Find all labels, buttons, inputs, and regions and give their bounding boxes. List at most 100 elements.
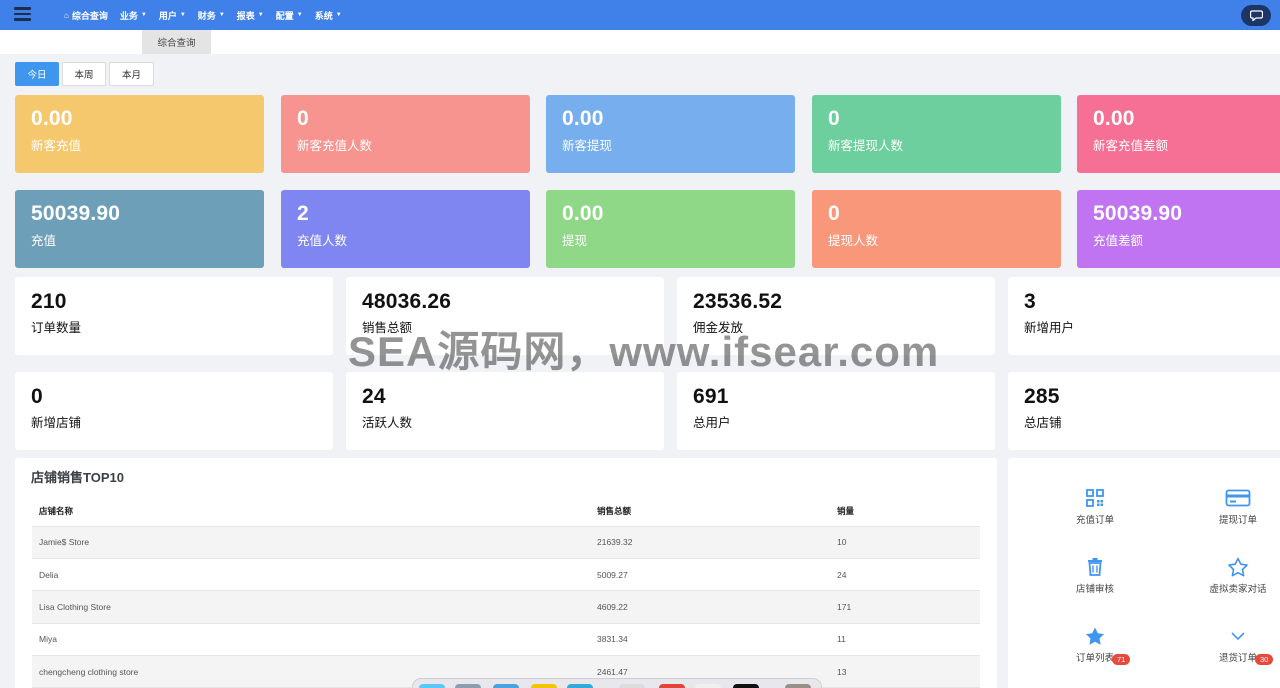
stat-value: 2 bbox=[297, 202, 309, 225]
stat-value: 0.00 bbox=[31, 107, 73, 130]
shortcut-label: 虚拟卖家对话 bbox=[1209, 584, 1267, 595]
caret-down-icon: ▼ bbox=[140, 12, 147, 18]
caret-down-icon: ▼ bbox=[257, 12, 264, 18]
shortcut-label: 店铺审核 bbox=[1075, 584, 1114, 595]
dock-app-icon[interactable] bbox=[493, 684, 519, 688]
stat-label: 活跃人数 bbox=[362, 416, 413, 430]
stat-label: 总店铺 bbox=[1024, 416, 1062, 430]
return-count-badge: 30 bbox=[1255, 654, 1274, 665]
chat-button[interactable] bbox=[1241, 5, 1271, 26]
nav-item-config[interactable]: 配置 ▼ bbox=[276, 9, 303, 22]
cell-sales-count: 10 bbox=[830, 526, 980, 559]
cell-sales-count: 171 bbox=[830, 590, 980, 624]
chevron-down-icon bbox=[1231, 632, 1245, 641]
period-month-button[interactable]: 本月 bbox=[109, 62, 154, 86]
stat-card-total-stores: 285 总店铺 bbox=[1008, 372, 1280, 450]
stat-card-new-recharge-users: 0 新客充值人数 bbox=[281, 95, 530, 173]
chat-icon bbox=[1249, 10, 1263, 21]
stat-label: 新客充值人数 bbox=[297, 139, 373, 153]
stat-value: 48036.26 bbox=[362, 290, 452, 313]
shortcut-order-list[interactable]: 订单列表 71 bbox=[1040, 626, 1150, 665]
nav-item-overview[interactable]: ⌂ 综合查询 bbox=[64, 9, 108, 22]
stat-label: 新增用户 bbox=[1024, 321, 1075, 335]
table-row: Jamie$ Store 21639.32 10 bbox=[32, 526, 980, 559]
page-tab-strip: 综合查询 bbox=[0, 30, 1280, 54]
panel-title: 店铺销售TOP10 bbox=[31, 470, 124, 485]
dock-app-icon[interactable] bbox=[659, 684, 685, 688]
stat-value: 50039.90 bbox=[1093, 202, 1183, 225]
stat-label: 新客充值 bbox=[31, 139, 82, 153]
stat-card-new-withdraw: 0.00 新客提现 bbox=[546, 95, 795, 173]
shortcut-label: 提现订单 bbox=[1218, 515, 1257, 526]
nav-item-system[interactable]: 系统 ▼ bbox=[315, 9, 342, 22]
table-row: Miya 3831.34 11 bbox=[32, 623, 980, 657]
stat-card-total-users: 691 总用户 bbox=[677, 372, 995, 450]
nav-item-business[interactable]: 业务 ▼ bbox=[120, 9, 147, 22]
dock-app-icon[interactable] bbox=[733, 684, 759, 688]
dock-app-icon[interactable] bbox=[531, 684, 557, 688]
shortcut-recharge-orders[interactable]: 充值订单 bbox=[1040, 488, 1150, 526]
main-nav: ⌂ 综合查询 业务 ▼ 用户 ▼ 财务 ▼ 报表 ▼ 配置 ▼ 系统 ▼ bbox=[64, 0, 354, 30]
dock-app-icon[interactable] bbox=[785, 684, 811, 688]
stat-card-new-stores: 0 新增店铺 bbox=[15, 372, 333, 450]
stat-label: 提现 bbox=[562, 234, 588, 248]
stat-card-new-recharge: 0.00 新客充值 bbox=[15, 95, 264, 173]
cell-sales-total: 4609.22 bbox=[590, 590, 830, 624]
stat-card-recharge-users: 2 充值人数 bbox=[281, 190, 530, 268]
nav-item-reports[interactable]: 报表 ▼ bbox=[237, 9, 264, 22]
stat-label: 总用户 bbox=[693, 416, 731, 430]
home-icon: ⌂ bbox=[64, 10, 69, 20]
stat-label: 新客提现人数 bbox=[828, 139, 904, 153]
dock-app-icon[interactable] bbox=[419, 684, 445, 688]
shortcut-return-orders[interactable]: 退货订单 30 bbox=[1183, 626, 1280, 665]
period-week-button[interactable]: 本周 bbox=[62, 62, 106, 86]
cell-store-name: Lisa Clothing Store bbox=[32, 590, 590, 624]
dock-app-icon[interactable] bbox=[455, 684, 481, 688]
caret-down-icon: ▼ bbox=[218, 12, 225, 18]
cell-sales-total: 5009.27 bbox=[590, 558, 830, 592]
shortcut-store-review[interactable]: 店铺审核 bbox=[1040, 557, 1150, 595]
dock-app-icon[interactable] bbox=[695, 684, 721, 688]
cell-sales-count: 24 bbox=[830, 558, 980, 592]
stat-label: 新增店铺 bbox=[31, 416, 82, 430]
nav-item-label: 系统 bbox=[314, 10, 333, 21]
stat-label: 充值 bbox=[31, 234, 57, 248]
cell-sales-total: 21639.32 bbox=[590, 526, 830, 559]
os-dock bbox=[412, 678, 822, 688]
stat-value: 0.00 bbox=[562, 107, 604, 130]
cell-store-name: Delia bbox=[32, 558, 590, 592]
stat-label: 新客充值差额 bbox=[1093, 139, 1169, 153]
period-today-button[interactable]: 今日 bbox=[15, 62, 59, 86]
shortcut-withdraw-orders[interactable]: 提现订单 bbox=[1183, 488, 1280, 526]
menu-toggle-icon[interactable] bbox=[14, 7, 31, 21]
stat-card-new-withdraw-users: 0 新客提现人数 bbox=[812, 95, 1061, 173]
stat-card-recharge-diff: 50039.90 充值差额 bbox=[1077, 190, 1280, 268]
stat-value: 285 bbox=[1024, 385, 1060, 408]
stat-label: 充值人数 bbox=[297, 234, 348, 248]
stat-value: 0 bbox=[31, 385, 43, 408]
shortcut-label: 订单列表 bbox=[1075, 653, 1114, 664]
tab-overview[interactable]: 综合查询 bbox=[142, 30, 211, 54]
stat-card-new-users: 3 新增用户 bbox=[1008, 277, 1280, 355]
stat-value: 0 bbox=[828, 107, 840, 130]
credit-card-icon bbox=[1225, 489, 1251, 507]
table-row: Lisa Clothing Store 4609.22 171 bbox=[32, 590, 980, 624]
table-row: Delia 5009.27 24 bbox=[32, 558, 980, 592]
stat-value: 0.00 bbox=[562, 202, 604, 225]
top10-panel: 店铺销售TOP10 店铺名称 销售总额 销量 Jamie$ Store 2163… bbox=[15, 458, 997, 688]
stat-value: 691 bbox=[693, 385, 729, 408]
dock-app-icon[interactable] bbox=[619, 684, 645, 688]
caret-down-icon: ▼ bbox=[335, 12, 342, 18]
column-header-sales-count: 销量 bbox=[830, 496, 980, 527]
nav-item-label: 报表 bbox=[236, 10, 255, 21]
watermark-text: SEA源码网，www.ifsear.com bbox=[348, 328, 940, 375]
nav-item-users[interactable]: 用户 ▼ bbox=[159, 9, 186, 22]
nav-item-finance[interactable]: 财务 ▼ bbox=[198, 9, 225, 22]
stat-label: 充值差额 bbox=[1093, 234, 1144, 248]
stat-value: 0 bbox=[297, 107, 309, 130]
order-count-badge: 71 bbox=[1112, 654, 1131, 665]
stat-value: 210 bbox=[31, 290, 67, 313]
dock-app-icon[interactable] bbox=[567, 684, 593, 688]
shortcut-virtual-seller-chat[interactable]: 虚拟卖家对话 bbox=[1183, 557, 1280, 595]
nav-item-label: 用户 bbox=[158, 10, 177, 21]
